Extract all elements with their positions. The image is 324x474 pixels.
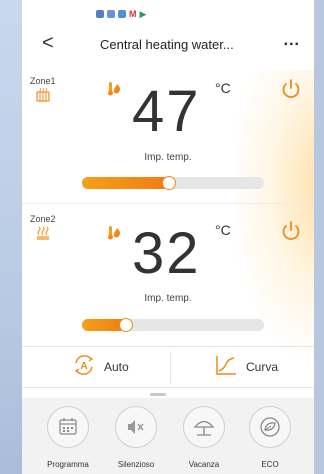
eco-label: ECO (261, 460, 279, 469)
eco-button[interactable]: ECO (240, 406, 300, 469)
zone1-slider-fill (82, 177, 169, 189)
mode-selector: A Auto Curva (22, 346, 314, 388)
svg-text:A: A (80, 361, 87, 372)
auto-mode-button[interactable]: A Auto (72, 347, 129, 387)
zone2-temperature-slider[interactable] (82, 318, 264, 332)
play-store-icon: ▶ (139, 9, 147, 19)
vacation-button[interactable]: Vacanza (174, 406, 234, 469)
zone1-slider-knob[interactable] (162, 176, 176, 190)
zone2-caption: Imp. temp. (144, 293, 192, 304)
heating-flame-icon (108, 80, 122, 101)
zone2-power-button[interactable] (280, 220, 302, 247)
curve-mode-button[interactable]: Curva (214, 347, 278, 387)
curve-mode-label: Curva (246, 360, 279, 374)
zone2-unit: °C (215, 222, 231, 238)
zone1-temperature-slider[interactable] (82, 176, 264, 190)
notification-icon (107, 10, 115, 18)
heat-glow (234, 70, 314, 360)
gmail-icon: M (129, 9, 137, 19)
program-label: Programma (47, 460, 89, 469)
silent-button[interactable]: Silenzioso (106, 406, 166, 469)
zone1-caption: Imp. temp. (144, 152, 192, 163)
eco-leaf-icon (249, 406, 291, 448)
program-button[interactable]: Programma (38, 406, 98, 469)
function-bar: Programma Silenzioso Vacanza ECO (22, 398, 314, 474)
auto-mode-label: Auto (104, 360, 129, 374)
desktop-background (0, 0, 22, 474)
vacation-label: Vacanza (188, 460, 220, 469)
zone2-label: Zone2 (30, 214, 56, 224)
zone2-slider-knob[interactable] (119, 318, 133, 332)
zone1-temperature: 47 (132, 79, 201, 144)
calendar-icon (47, 406, 89, 448)
floor-heating-icon (36, 226, 50, 245)
back-button[interactable]: < (42, 32, 54, 55)
drawer-handle[interactable] (150, 393, 166, 396)
heating-flame-icon (108, 224, 122, 245)
app-window: M ▶ < Central heating water... ... Zone1 (22, 0, 314, 474)
zone2-temperature: 32 (132, 221, 201, 286)
zone1-label: Zone1 (30, 76, 56, 86)
mute-icon (115, 406, 157, 448)
app-header: < Central heating water... ... (22, 30, 314, 60)
page-title: Central heating water... (100, 37, 234, 52)
zone1-unit: °C (215, 80, 231, 96)
beach-umbrella-icon (183, 406, 225, 448)
mode-separator (170, 351, 171, 383)
status-bar-icons: M ▶ (96, 9, 147, 19)
curve-chart-icon (214, 353, 238, 382)
radiator-icon (36, 87, 50, 107)
notification-icon (118, 10, 126, 18)
zone-divider (22, 203, 314, 204)
auto-mode-icon: A (72, 353, 96, 382)
notification-icon (96, 10, 104, 18)
more-options-button[interactable]: ... (284, 32, 300, 50)
silent-label: Silenzioso (117, 460, 155, 469)
zone1-power-button[interactable] (280, 78, 302, 105)
window-edge (314, 0, 324, 474)
